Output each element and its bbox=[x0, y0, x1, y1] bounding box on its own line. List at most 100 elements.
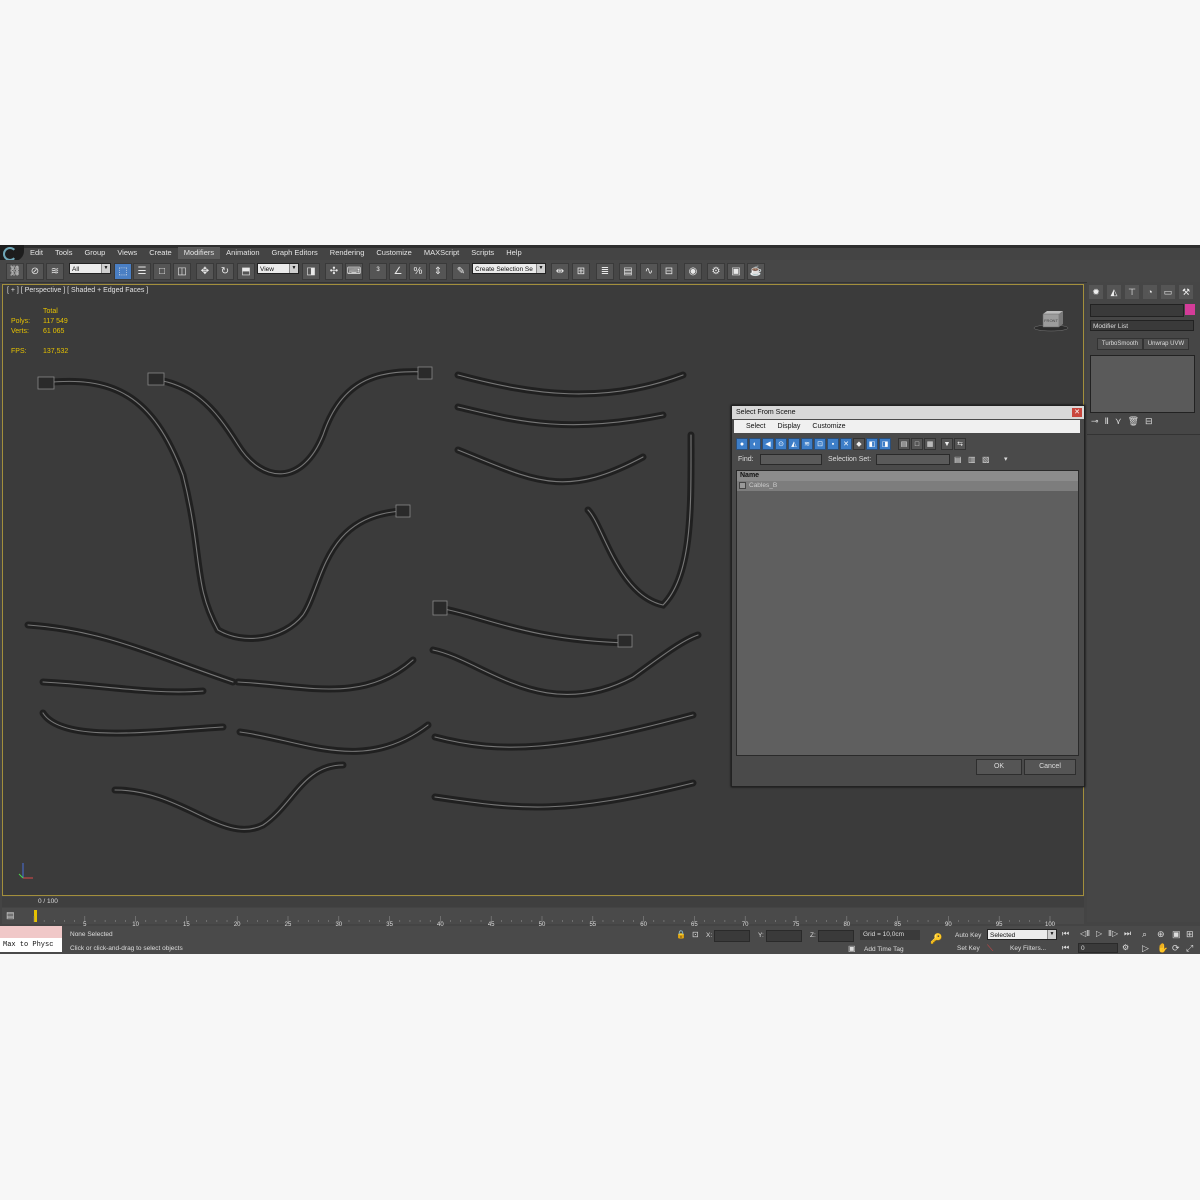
create-tab-icon[interactable]: ✹ bbox=[1089, 285, 1103, 299]
key-mode-toggle-icon[interactable]: ⏮ bbox=[1062, 943, 1069, 953]
move-icon[interactable]: ✥ bbox=[196, 263, 214, 280]
go-to-end-icon[interactable]: ⏭ bbox=[1124, 929, 1131, 939]
display-geometry-icon[interactable]: ● bbox=[736, 438, 748, 450]
display-containers-icon[interactable]: ◆ bbox=[853, 438, 865, 450]
set-key-button[interactable]: Set Key bbox=[957, 945, 980, 952]
scene-object-list[interactable]: Name Cables_B bbox=[736, 470, 1079, 756]
percent-snap-icon[interactable]: % bbox=[409, 263, 427, 280]
reference-coordinate-dropdown[interactable]: View ▼ bbox=[257, 263, 299, 274]
link-icon[interactable]: ⛓ bbox=[6, 263, 24, 280]
time-tag-icon[interactable]: ▣ bbox=[848, 944, 856, 953]
options-chevron-icon[interactable]: ▾ bbox=[1004, 454, 1008, 466]
graphite-toolbar-icon[interactable]: ▤ bbox=[619, 263, 637, 280]
modify-tab-icon[interactable]: ◭ bbox=[1107, 285, 1121, 299]
display-xrefs-icon[interactable]: ▪ bbox=[827, 438, 839, 450]
display-all-icon[interactable]: ▤ bbox=[898, 438, 910, 450]
list-item[interactable]: Cables_B bbox=[737, 481, 1078, 491]
key-mode-dropdown[interactable]: Selected ▼ bbox=[987, 929, 1057, 940]
menu-help[interactable]: Help bbox=[500, 247, 527, 259]
display-helpers-icon[interactable]: ◭ bbox=[788, 438, 800, 450]
current-frame-field[interactable]: 0 bbox=[1078, 943, 1118, 953]
selection-filter-dropdown[interactable]: All ▼ bbox=[69, 263, 111, 274]
y-coord-field[interactable] bbox=[766, 930, 802, 942]
layer-manager-icon[interactable]: ≣ bbox=[596, 263, 614, 280]
display-shapes-icon[interactable]: ◐ bbox=[749, 438, 761, 450]
menu-customize[interactable]: Customize bbox=[370, 247, 417, 259]
object-name-field[interactable] bbox=[1090, 304, 1184, 317]
field-of-view-icon[interactable]: ▷ bbox=[1142, 943, 1149, 954]
app-logo-icon[interactable] bbox=[0, 245, 24, 261]
modifier-stack[interactable] bbox=[1090, 355, 1195, 413]
sync-selection-icon[interactable]: ⇆ bbox=[954, 438, 966, 450]
find-input[interactable] bbox=[760, 454, 822, 465]
dialog-menu-display[interactable]: Display bbox=[771, 420, 806, 433]
align-icon[interactable]: ⊞ bbox=[572, 263, 590, 280]
rect-selection-icon[interactable]: □ bbox=[153, 263, 171, 280]
schematic-view-icon[interactable]: ⊟ bbox=[660, 263, 678, 280]
rotate-icon[interactable]: ↻ bbox=[216, 263, 234, 280]
named-selection-dropdown[interactable]: Create Selection Se ▼ bbox=[472, 263, 546, 274]
menu-graph-editors[interactable]: Graph Editors bbox=[266, 247, 324, 259]
menu-views[interactable]: Views bbox=[111, 247, 143, 259]
display-bones-icon[interactable]: ✕ bbox=[840, 438, 852, 450]
unwrap-uvw-button[interactable]: Unwrap UVW bbox=[1143, 338, 1189, 350]
menu-maxscript[interactable]: MAXScript bbox=[418, 247, 465, 259]
select-manipulate-icon[interactable]: ✣ bbox=[325, 263, 343, 280]
go-to-start-icon[interactable]: ⏮ bbox=[1062, 929, 1069, 939]
edit-named-selection-icon[interactable]: ✎ bbox=[452, 263, 470, 280]
x-coord-field[interactable] bbox=[714, 930, 750, 942]
hierarchy-tab-icon[interactable]: ⊤ bbox=[1125, 285, 1139, 299]
add-time-tag[interactable]: Add Time Tag bbox=[864, 946, 904, 953]
modifier-list-dropdown[interactable]: Modifier List bbox=[1090, 320, 1194, 331]
play-icon[interactable]: ▷ bbox=[1096, 929, 1102, 938]
time-config-icon[interactable]: ⚙ bbox=[1122, 943, 1129, 952]
close-icon[interactable]: ✕ bbox=[1072, 408, 1082, 417]
next-frame-icon[interactable]: Ⅱ▷ bbox=[1108, 929, 1118, 938]
utilities-tab-icon[interactable]: ⚒ bbox=[1179, 285, 1193, 299]
selection-set-dropdown[interactable] bbox=[876, 454, 950, 465]
curve-editor-icon[interactable]: ∿ bbox=[640, 263, 658, 280]
mini-curve-editor-icon[interactable]: ▤ bbox=[6, 910, 15, 921]
turbosmooth-button[interactable]: TurboSmooth bbox=[1097, 338, 1143, 350]
menu-tools[interactable]: Tools bbox=[49, 247, 79, 259]
create-set-icon[interactable]: ▤ bbox=[954, 454, 962, 466]
zoom-extents-icon[interactable]: ▣ bbox=[1172, 929, 1181, 940]
snaps-toggle-icon[interactable]: ³ bbox=[369, 263, 387, 280]
cancel-button[interactable]: Cancel bbox=[1024, 759, 1076, 775]
set-key-icon[interactable]: ⟍ bbox=[987, 943, 993, 954]
menu-create[interactable]: Create bbox=[143, 247, 178, 259]
maximize-viewport-icon[interactable]: ⤢ bbox=[1186, 943, 1193, 954]
display-spacewarps-icon[interactable]: ≋ bbox=[801, 438, 813, 450]
orbit-icon[interactable]: ⟳ bbox=[1172, 943, 1180, 954]
select-by-name-icon[interactable]: ☰ bbox=[133, 263, 151, 280]
display-invert-icon[interactable]: ▦ bbox=[924, 438, 936, 450]
remove-modifier-icon[interactable]: 🗑 bbox=[1128, 416, 1139, 427]
material-editor-icon[interactable]: ◉ bbox=[684, 263, 702, 280]
select-object-icon[interactable]: ⬚ bbox=[114, 263, 132, 280]
menu-modifiers[interactable]: Modifiers bbox=[177, 247, 221, 259]
prev-frame-icon[interactable]: ◁Ⅱ bbox=[1080, 929, 1090, 938]
display-tab-icon[interactable]: ▭ bbox=[1161, 285, 1175, 299]
make-unique-icon[interactable]: ⋎ bbox=[1115, 416, 1122, 427]
pin-stack-icon[interactable]: ⊸ bbox=[1091, 416, 1099, 427]
menu-rendering[interactable]: Rendering bbox=[324, 247, 371, 259]
display-groups-icon[interactable]: ⊡ bbox=[814, 438, 826, 450]
angle-snap-icon[interactable]: ∠ bbox=[389, 263, 407, 280]
add-to-set-icon[interactable]: ▥ bbox=[968, 454, 976, 466]
display-none-icon[interactable]: □ bbox=[911, 438, 923, 450]
display-lights-icon[interactable]: ◀ bbox=[762, 438, 774, 450]
object-color-swatch[interactable] bbox=[1185, 304, 1195, 315]
render-icon[interactable]: ☕ bbox=[747, 263, 765, 280]
absolute-mode-icon[interactable]: ⊡ bbox=[692, 930, 699, 939]
ok-button[interactable]: OK bbox=[976, 759, 1022, 775]
scale-icon[interactable]: ⬒ bbox=[237, 263, 255, 280]
menu-scripts[interactable]: Scripts bbox=[465, 247, 500, 259]
key-icon[interactable]: 🔑 bbox=[930, 934, 942, 945]
bind-spacewarp-icon[interactable]: ≋ bbox=[46, 263, 64, 280]
lock-selection-icon[interactable]: 🔒 bbox=[676, 930, 686, 939]
auto-key-button[interactable]: Auto Key bbox=[955, 932, 981, 939]
zoom-extents-all-icon[interactable]: ⊞ bbox=[1186, 929, 1194, 940]
name-column-header[interactable]: Name bbox=[737, 471, 1078, 481]
display-frozen-icon[interactable]: ◧ bbox=[866, 438, 878, 450]
dialog-menu-customize[interactable]: Customize bbox=[806, 420, 851, 433]
